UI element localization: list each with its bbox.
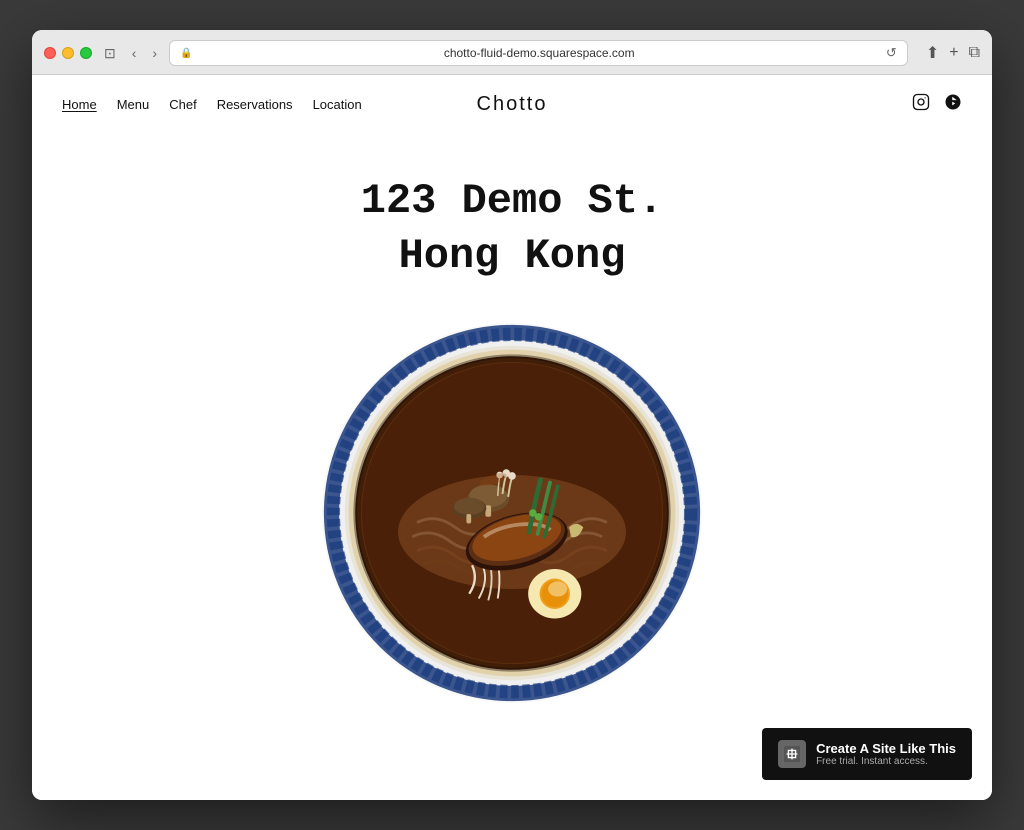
squarespace-logo-icon	[778, 740, 806, 768]
squarespace-main-text: Create A Site Like This	[816, 741, 956, 756]
site-content: Home Menu Chef Reservations Location Cho…	[32, 75, 992, 800]
address-bar[interactable]: 🔒 chotto-fluid-demo.squarespace.com ↺	[169, 40, 908, 66]
browser-actions: ⬆ + ⧉	[926, 43, 980, 63]
browser-chrome: ⊡ ‹ › 🔒 chotto-fluid-demo.squarespace.co…	[32, 30, 992, 75]
browser-window: ⊡ ‹ › 🔒 chotto-fluid-demo.squarespace.co…	[32, 30, 992, 800]
squarespace-text-block: Create A Site Like This Free trial. Inst…	[816, 741, 956, 767]
hero-address: 123 Demo St. Hong Kong	[361, 174, 663, 283]
url-display: chotto-fluid-demo.squarespace.com	[199, 46, 880, 60]
browser-controls: ⊡ ‹ › 🔒 chotto-fluid-demo.squarespace.co…	[44, 40, 980, 66]
sidebar-toggle-button[interactable]: ⊡	[100, 43, 120, 64]
site-navigation: Home Menu Chef Reservations Location Cho…	[32, 75, 992, 134]
hero-address-line2: Hong Kong	[361, 229, 663, 284]
site-logo: Chotto	[477, 93, 548, 116]
ramen-bowl-image	[322, 323, 702, 703]
back-button[interactable]: ‹	[128, 43, 141, 63]
traffic-lights	[44, 47, 92, 59]
duplicate-tab-button[interactable]: ⧉	[969, 44, 980, 62]
nav-reservations[interactable]: Reservations	[217, 97, 293, 112]
nav-social	[912, 93, 962, 116]
instagram-icon[interactable]	[912, 93, 930, 116]
squarespace-sub-text: Free trial. Instant access.	[816, 756, 956, 767]
squarespace-banner[interactable]: Create A Site Like This Free trial. Inst…	[762, 728, 972, 780]
hero-section: 123 Demo St. Hong Kong	[32, 134, 992, 800]
share-button[interactable]: ⬆	[926, 43, 939, 63]
close-button[interactable]	[44, 47, 56, 59]
hero-address-line1: 123 Demo St.	[361, 174, 663, 229]
yelp-icon[interactable]	[944, 93, 962, 116]
minimize-button[interactable]	[62, 47, 74, 59]
nav-menu[interactable]: Menu	[117, 97, 150, 112]
maximize-button[interactable]	[80, 47, 92, 59]
nav-location[interactable]: Location	[313, 97, 362, 112]
reload-button[interactable]: ↺	[886, 45, 897, 61]
nav-links: Home Menu Chef Reservations Location	[62, 97, 362, 112]
nav-home[interactable]: Home	[62, 97, 97, 112]
forward-button[interactable]: ›	[148, 43, 161, 63]
new-tab-button[interactable]: +	[949, 44, 958, 62]
nav-chef[interactable]: Chef	[169, 97, 196, 112]
lock-icon: 🔒	[180, 48, 192, 59]
